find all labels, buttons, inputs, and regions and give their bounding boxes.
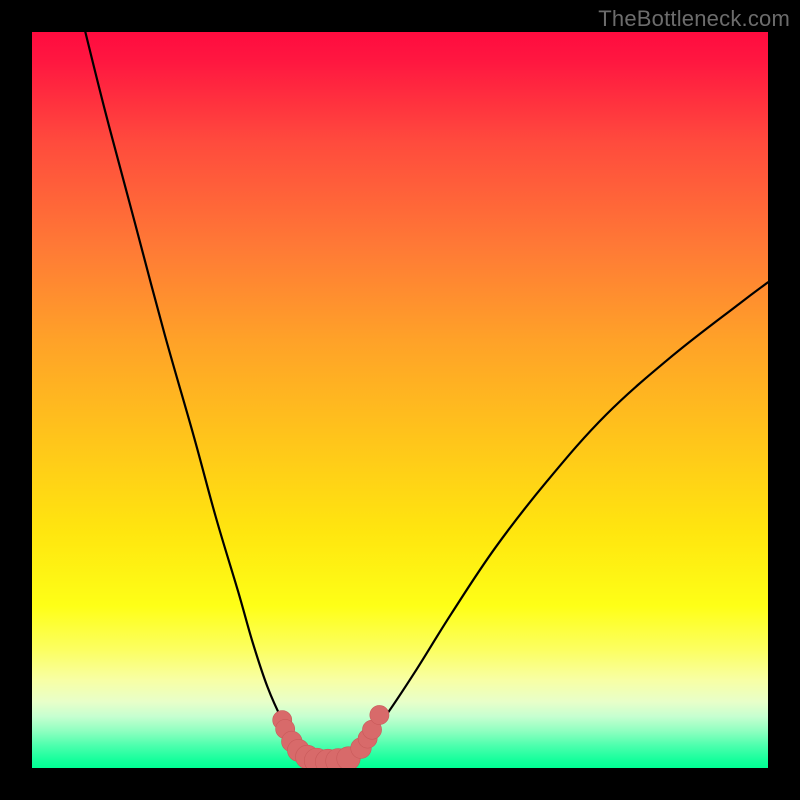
- marker-layer: [273, 705, 389, 768]
- plot-area: [32, 32, 768, 768]
- curve-layer: [84, 32, 768, 762]
- curve-left-branch: [84, 32, 308, 759]
- curve-right-branch: [348, 282, 768, 759]
- chart-svg: [32, 32, 768, 768]
- data-marker: [370, 705, 389, 724]
- watermark-text: TheBottleneck.com: [598, 6, 790, 32]
- outer-frame: TheBottleneck.com: [0, 0, 800, 800]
